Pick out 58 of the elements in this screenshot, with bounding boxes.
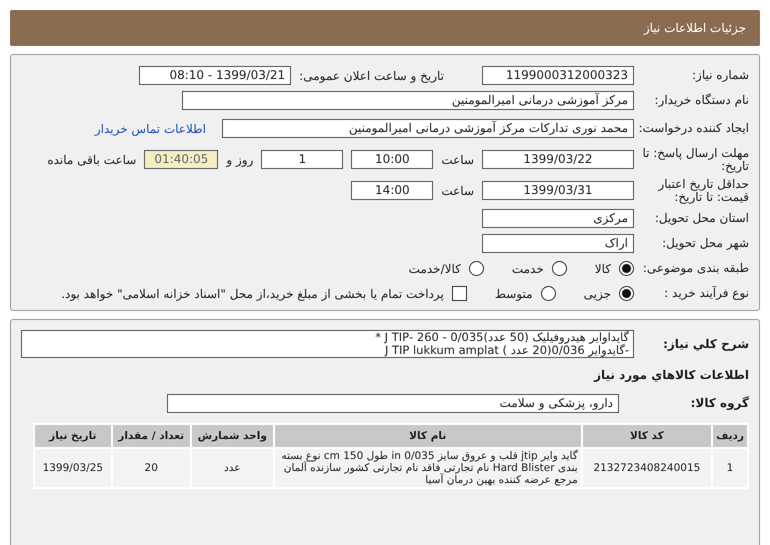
field-label: روز و bbox=[226, 152, 254, 166]
field-label: گروه کالا: bbox=[690, 397, 749, 410]
field-label: مهلت ارسال پاسخ: تا تاریخ: bbox=[641, 146, 749, 172]
countdown-field: 01:40:05 bbox=[144, 150, 218, 169]
radio-button[interactable] bbox=[619, 286, 634, 301]
description-line: گایداوایر هیدروفیلیک (50 عدد)0/035 - 260 -J TIP * bbox=[374, 331, 629, 344]
radio-button[interactable] bbox=[619, 261, 634, 276]
province-field: مرکزی bbox=[482, 209, 634, 228]
date-field: 1399/03/22 bbox=[482, 150, 634, 169]
column-header: نام کالا bbox=[274, 425, 581, 447]
column-header: تاریخ نیاز bbox=[35, 425, 111, 447]
column-header: کد کالا bbox=[582, 425, 712, 447]
field-label: نام دستگاه خریدار: bbox=[654, 94, 749, 107]
column-header: تعداد / مقدار bbox=[112, 425, 190, 447]
time-field: 10:00 bbox=[351, 150, 434, 169]
field-label: استان محل تحویل: bbox=[654, 212, 749, 225]
option-label: جزیی bbox=[584, 286, 611, 300]
table-cell: 20 bbox=[112, 449, 190, 487]
option-label: کالا bbox=[594, 262, 611, 276]
buyer-field: مرکز آموزشی درمانی امیرالمومنین bbox=[182, 91, 634, 110]
option-label: خدمت bbox=[512, 262, 544, 276]
announce-date-field: 1399/03/21 - 08:10 bbox=[139, 66, 292, 85]
column-header: واحد شمارش bbox=[192, 425, 273, 447]
field-label: طبقه بندی موضوعی: bbox=[642, 262, 749, 275]
option-label: متوسط bbox=[494, 286, 533, 300]
checkbox[interactable] bbox=[452, 286, 467, 301]
option-label: کالا/خدمت bbox=[408, 262, 461, 276]
field-label: شماره نیاز: bbox=[691, 69, 749, 82]
radio-button[interactable] bbox=[552, 261, 567, 276]
radio-button[interactable] bbox=[468, 261, 484, 276]
column-header: رديف bbox=[713, 425, 747, 447]
creator-field: محمد نوری تدارکات مرکز آموزشی درمانی امیرالمومنین bbox=[222, 119, 634, 138]
field-label: شرح کلي نياز: bbox=[662, 338, 749, 350]
section-title: اطلاعات کالاهاي مورد نياز bbox=[592, 368, 749, 382]
table-cell: گاید وایر jtip قلب و عروق سایز in 0/035 طول cm 150 نوع بسته بندی Hard Blister نام تجارتی فاقد نام تجارتی کشور سازنده آلمان مرجع عرضه کننده بهین درمان آسیا bbox=[274, 449, 581, 487]
field-label: تاریخ و ساعت اعلان عمومی: bbox=[299, 68, 444, 82]
field-label: حداقل تاریخ اعتبار قیمت: تا تاریخ: bbox=[656, 178, 749, 204]
days-field: 1 bbox=[261, 150, 344, 169]
goods-group-field: دارو، پزشکی و سلامت bbox=[167, 394, 619, 413]
radio-button[interactable] bbox=[540, 286, 556, 301]
field-label: ایجاد کننده درخواست: bbox=[637, 122, 749, 135]
city-field: اراک bbox=[482, 234, 634, 253]
field-label: شهر محل تحویل: bbox=[661, 237, 749, 250]
date-field: 1399/03/31 bbox=[482, 181, 634, 200]
field-label: نوع فرآیند خرید : bbox=[663, 287, 749, 300]
table-cell: 2132723408240015 bbox=[582, 449, 712, 487]
field-label: ساعت bbox=[441, 184, 474, 198]
time-field: 14:00 bbox=[351, 181, 434, 200]
header-title: جزئیات اطلاعات نیاز bbox=[644, 21, 746, 35]
need-number-field: 1199000312000323 bbox=[482, 66, 634, 85]
table-cell: 1399/03/25 bbox=[35, 449, 111, 487]
contact-link[interactable]: اطلاعات تماس خریدار bbox=[94, 122, 206, 136]
description-line: -گایدوایر 0/036(20 عدد ) J TIP lukkum amplat bbox=[383, 344, 629, 357]
field-label: ساعت bbox=[441, 152, 474, 166]
table-cell: عدد bbox=[192, 449, 273, 487]
table-cell: 1 bbox=[713, 449, 747, 487]
checkbox-label: پرداخت تمام یا بخشی از مبلغ خرید،از محل "اسناد خزانه اسلامی" خواهد بود. bbox=[61, 286, 444, 300]
field-label: ساعت باقی مانده bbox=[47, 152, 136, 166]
